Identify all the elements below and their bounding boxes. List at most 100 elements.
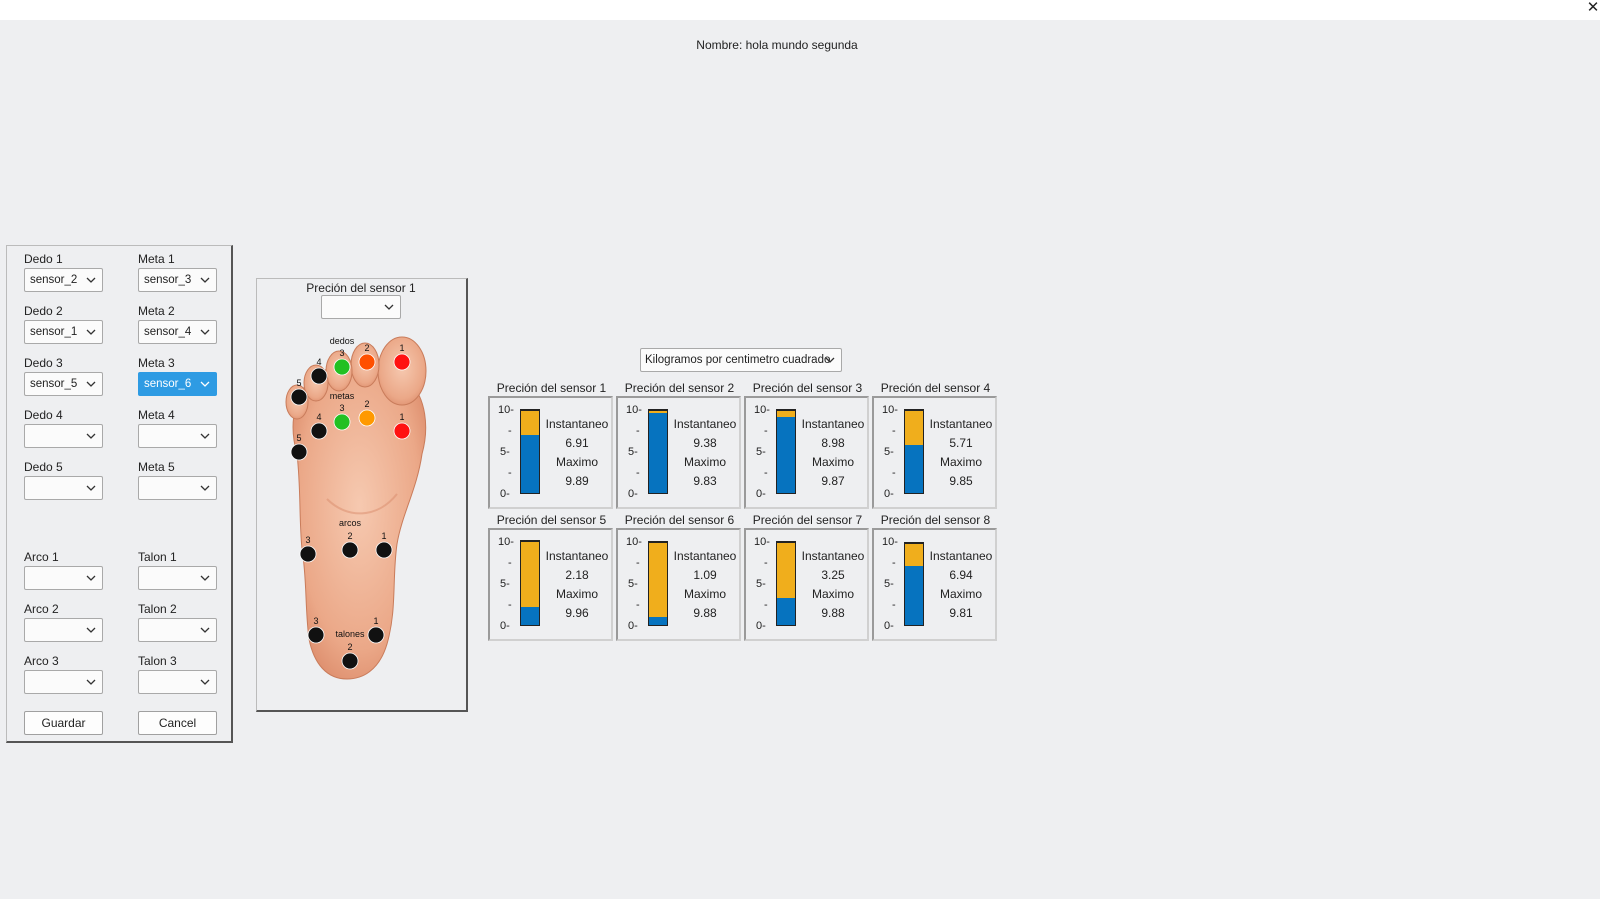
dedo-4-select[interactable]: [24, 424, 103, 448]
axis-tick-min: 0-: [628, 620, 638, 632]
axis-tick-minor: -: [636, 467, 640, 479]
foot-point-talones-1[interactable]: [367, 626, 385, 644]
dedo-1-select[interactable]: sensor_2: [24, 268, 103, 292]
chevron-down-icon: [825, 357, 835, 363]
axis-tick-min: 0-: [756, 488, 766, 500]
arco-3-select[interactable]: [24, 670, 103, 694]
foot-point-arcos-2[interactable]: [341, 541, 359, 559]
units-select[interactable]: Kilogramos por centimetro cuadrado: [640, 348, 842, 372]
foot-point-metas-4[interactable]: [310, 422, 328, 440]
arco-1-select[interactable]: [24, 566, 103, 590]
meta-3-select[interactable]: sensor_6: [138, 372, 217, 396]
meta-4-select[interactable]: [138, 424, 217, 448]
instant-value: 8.98: [821, 436, 845, 450]
arco-2-label: Arco 2: [24, 602, 59, 616]
dedo-4-label: Dedo 4: [24, 408, 63, 422]
talon-3-label: Talon 3: [138, 654, 177, 668]
max-marker: [648, 409, 668, 411]
dedo-5-select[interactable]: [24, 476, 103, 500]
save-button[interactable]: Guardar: [24, 711, 103, 735]
foot-point-dedos-4[interactable]: [310, 367, 328, 385]
chevron-down-icon: [86, 433, 96, 439]
instant-label: Instantaneo: [929, 417, 993, 431]
meta-5-select[interactable]: [138, 476, 217, 500]
chevron-down-icon: [200, 627, 210, 633]
instant-pressure-bar: [777, 417, 795, 493]
talon-1-select[interactable]: [138, 566, 217, 590]
meta-2-select-value: sensor_4: [144, 326, 192, 338]
max-label: Maximo: [939, 587, 982, 601]
axis-tick-mid: 5-: [628, 446, 638, 458]
foot-point-metas-5[interactable]: [290, 443, 308, 461]
dedo-1-select-value: sensor_2: [30, 274, 78, 286]
instant-pressure-bar: [521, 435, 539, 493]
max-marker: [648, 541, 668, 543]
foot-point-label: 4: [316, 412, 321, 422]
foot-point-talones-3[interactable]: [307, 626, 325, 644]
foot-point-dedos-3[interactable]: [333, 358, 351, 376]
instant-label: Instantaneo: [673, 549, 737, 563]
meta-5-label: Meta 5: [138, 460, 175, 474]
axis-tick-min: 0-: [628, 488, 638, 500]
sensor-card-5: Preción del sensor 5 10- - 5- - 0- Instantaneo…: [488, 513, 615, 646]
chevron-down-icon: [200, 329, 210, 335]
axis-tick-max: 10-: [882, 536, 898, 548]
foot-point-dedos-2[interactable]: [358, 353, 376, 371]
axis-tick-mid: 5-: [628, 578, 638, 590]
max-value: 9.85: [949, 474, 973, 488]
foot-point-dedos-5[interactable]: [290, 388, 308, 406]
foot-point-metas-1[interactable]: [393, 422, 411, 440]
foot-point-label: 1: [381, 531, 386, 541]
axis-tick-max: 10-: [754, 404, 770, 416]
axis-tick-minor: -: [508, 467, 512, 479]
sensor-card-2: Preción del sensor 2 10- - 5- - 0- Instantaneo…: [616, 381, 743, 514]
axis-tick-max: 10-: [754, 536, 770, 548]
dedo-3-select[interactable]: sensor_5: [24, 372, 103, 396]
instant-value: 6.91: [565, 436, 589, 450]
foot-point-label: 5: [296, 378, 301, 388]
max-marker: [776, 541, 796, 543]
sensor-card-4: Preción del sensor 4 10- - 5- - 0- Instantaneo…: [872, 381, 999, 514]
arco-2-select[interactable]: [24, 618, 103, 642]
instant-value: 9.38: [693, 436, 717, 450]
chevron-down-icon: [200, 381, 210, 387]
max-pressure-bar: [904, 542, 924, 626]
instant-pressure-bar: [649, 413, 667, 493]
foot-point-metas-3[interactable]: [333, 413, 351, 431]
foot-group-label-dedos: dedos: [330, 336, 355, 346]
axis-tick-max: 10-: [882, 404, 898, 416]
meta-1-select[interactable]: sensor_3: [138, 268, 217, 292]
chevron-down-icon: [86, 381, 96, 387]
foot-point-talones-2[interactable]: [341, 652, 359, 670]
meta-2-select[interactable]: sensor_4: [138, 320, 217, 344]
foot-point-arcos-1[interactable]: [375, 541, 393, 559]
instant-pressure-bar: [905, 445, 923, 493]
foot-point-label: 3: [305, 535, 310, 545]
chevron-down-icon: [200, 485, 210, 491]
max-pressure-bar: [648, 541, 668, 626]
max-marker: [904, 409, 924, 411]
instant-value: 1.09: [693, 568, 717, 582]
sensor-title: Preción del sensor 1: [496, 381, 607, 395]
talon-3-select[interactable]: [138, 670, 217, 694]
dedo-1-label: Dedo 1: [24, 252, 63, 266]
talon-2-select[interactable]: [138, 618, 217, 642]
axis-tick-minor: -: [892, 467, 896, 479]
foot-point-metas-2[interactable]: [358, 409, 376, 427]
dedo-2-select[interactable]: sensor_1: [24, 320, 103, 344]
dedo-2-select-value: sensor_1: [30, 326, 78, 338]
sensor-card-1: Preción del sensor 1 10- - 5- - 0- Instantaneo…: [488, 381, 615, 514]
chevron-down-icon: [86, 329, 96, 335]
close-icon[interactable]: ✕: [1586, 0, 1600, 18]
sensor-title: Preción del sensor 3: [752, 381, 863, 395]
axis-tick-minor: -: [892, 425, 896, 437]
max-value: 9.87: [821, 474, 845, 488]
cancel-button[interactable]: Cancel: [138, 711, 217, 735]
foot-point-dedos-1[interactable]: [393, 353, 411, 371]
instant-pressure-bar: [905, 566, 923, 625]
instant-value: 3.25: [821, 568, 845, 582]
max-value: 9.89: [565, 474, 589, 488]
axis-tick-max: 10-: [626, 404, 642, 416]
foot-point-arcos-3[interactable]: [299, 545, 317, 563]
sensor-panel: 10- - 5- - 0- Instantaneo 5.71 Maximo 9.85: [872, 396, 997, 509]
